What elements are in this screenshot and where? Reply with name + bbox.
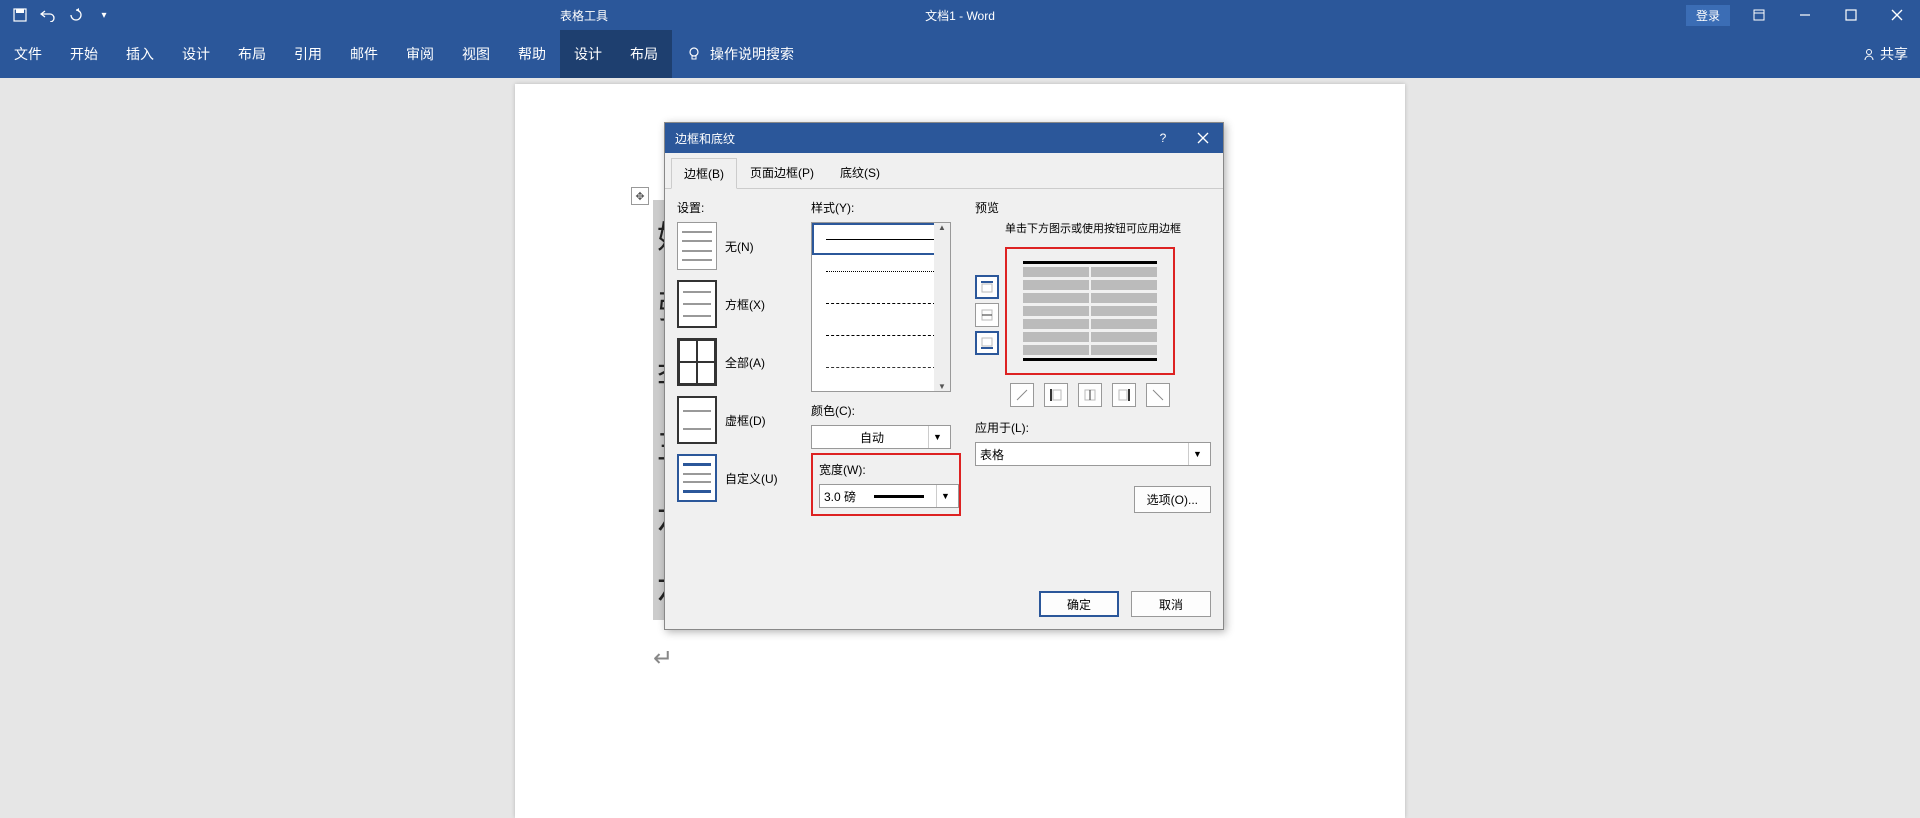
width-sample-line	[874, 495, 924, 498]
scrollbar[interactable]: ▲▼	[934, 223, 950, 391]
options-button[interactable]: 选项(O)...	[1134, 486, 1211, 513]
tab-file[interactable]: 文件	[0, 30, 56, 78]
border-left-button[interactable]	[1044, 383, 1068, 407]
tab-borders[interactable]: 边框(B)	[671, 158, 737, 189]
chevron-down-icon: ▼	[1188, 443, 1206, 465]
setting-all[interactable]: 全部(A)	[677, 338, 797, 386]
color-combo[interactable]: 自动 ▼	[811, 425, 951, 449]
style-label: 样式(Y):	[811, 199, 961, 216]
dialog-tabs: 边框(B) 页面边框(P) 底纹(S)	[665, 153, 1223, 189]
login-button[interactable]: 登录	[1686, 5, 1730, 26]
ok-button[interactable]: 确定	[1039, 591, 1119, 617]
cancel-button[interactable]: 取消	[1131, 591, 1211, 617]
style-listbox[interactable]: ▲▼	[811, 222, 951, 392]
tab-review[interactable]: 审阅	[392, 30, 448, 78]
tell-me-placeholder: 操作说明搜索	[710, 44, 794, 64]
maximize-icon[interactable]	[1828, 0, 1874, 30]
tell-me-search[interactable]: 操作说明搜索	[686, 44, 794, 64]
paragraph-mark: ↵	[653, 644, 673, 673]
titlebar: ▾ 表格工具 文档1 - Word 登录	[0, 0, 1920, 30]
border-right-button[interactable]	[1112, 383, 1136, 407]
save-icon[interactable]	[8, 3, 32, 27]
preview-label: 预览	[975, 199, 1211, 216]
context-tools-label: 表格工具	[560, 7, 608, 24]
dialog-title: 边框和底纹	[675, 130, 735, 147]
tab-home[interactable]: 开始	[56, 30, 112, 78]
close-icon[interactable]	[1874, 0, 1920, 30]
qat-customize-icon[interactable]: ▾	[92, 3, 116, 27]
ribbon-options-icon[interactable]	[1736, 0, 1782, 30]
tab-mailings[interactable]: 邮件	[336, 30, 392, 78]
tab-references[interactable]: 引用	[280, 30, 336, 78]
tab-table-layout[interactable]: 布局	[616, 30, 672, 78]
tab-insert[interactable]: 插入	[112, 30, 168, 78]
style-dashdot[interactable]	[812, 351, 950, 383]
lightbulb-icon	[686, 46, 702, 62]
chevron-down-icon: ▼	[928, 426, 946, 448]
borders-shading-dialog: 边框和底纹 ? 边框(B) 页面边框(P) 底纹(S) 设置: 无(N) 方框(…	[664, 122, 1224, 630]
table-move-handle[interactable]: ✥	[631, 187, 649, 205]
width-label: 宽度(W):	[819, 461, 953, 478]
minimize-icon[interactable]	[1782, 0, 1828, 30]
border-bottom-button[interactable]	[975, 331, 999, 355]
tab-page-border[interactable]: 页面边框(P)	[737, 157, 827, 188]
style-dashed[interactable]	[812, 319, 950, 351]
preview-hint: 单击下方图示或使用按钮可应用边框	[975, 222, 1211, 237]
ribbon: 文件 开始 插入 设计 布局 引用 邮件 审阅 视图 帮助 设计 布局 操作说明…	[0, 30, 1920, 78]
border-diag-button[interactable]	[1010, 383, 1034, 407]
redo-icon[interactable]	[64, 3, 88, 27]
close-icon[interactable]	[1183, 123, 1223, 153]
tab-layout[interactable]: 布局	[224, 30, 280, 78]
tab-table-design[interactable]: 设计	[560, 30, 616, 78]
tab-shading[interactable]: 底纹(S)	[827, 157, 893, 188]
chevron-down-icon: ▼	[936, 485, 954, 507]
style-solid[interactable]	[812, 223, 950, 255]
border-vmiddle-button[interactable]	[1078, 383, 1102, 407]
setting-box[interactable]: 方框(X)	[677, 280, 797, 328]
width-section-highlight: 宽度(W): 3.0 磅 ▼	[811, 453, 961, 516]
settings-label: 设置:	[677, 199, 797, 216]
style-dashed-s[interactable]	[812, 287, 950, 319]
preview-diagram[interactable]	[1005, 247, 1175, 375]
apply-to-label: 应用于(L):	[975, 419, 1211, 436]
setting-grid[interactable]: 虚框(D)	[677, 396, 797, 444]
help-icon[interactable]: ?	[1143, 123, 1183, 153]
share-icon	[1862, 47, 1876, 61]
apply-to-combo[interactable]: 表格 ▼	[975, 442, 1211, 466]
tab-view[interactable]: 视图	[448, 30, 504, 78]
border-diag2-button[interactable]	[1146, 383, 1170, 407]
color-label: 颜色(C):	[811, 402, 961, 419]
dialog-titlebar[interactable]: 边框和底纹 ?	[665, 123, 1223, 153]
undo-icon[interactable]	[36, 3, 60, 27]
document-title: 文档1 - Word	[925, 7, 995, 24]
width-combo[interactable]: 3.0 磅 ▼	[819, 484, 959, 508]
setting-custom[interactable]: 自定义(U)	[677, 454, 797, 502]
tab-design[interactable]: 设计	[168, 30, 224, 78]
tab-help[interactable]: 帮助	[504, 30, 560, 78]
border-top-button[interactable]	[975, 275, 999, 299]
share-button[interactable]: 共享	[1862, 44, 1908, 64]
setting-none[interactable]: 无(N)	[677, 222, 797, 270]
border-hmiddle-button[interactable]	[975, 303, 999, 327]
style-dotted[interactable]	[812, 255, 950, 287]
